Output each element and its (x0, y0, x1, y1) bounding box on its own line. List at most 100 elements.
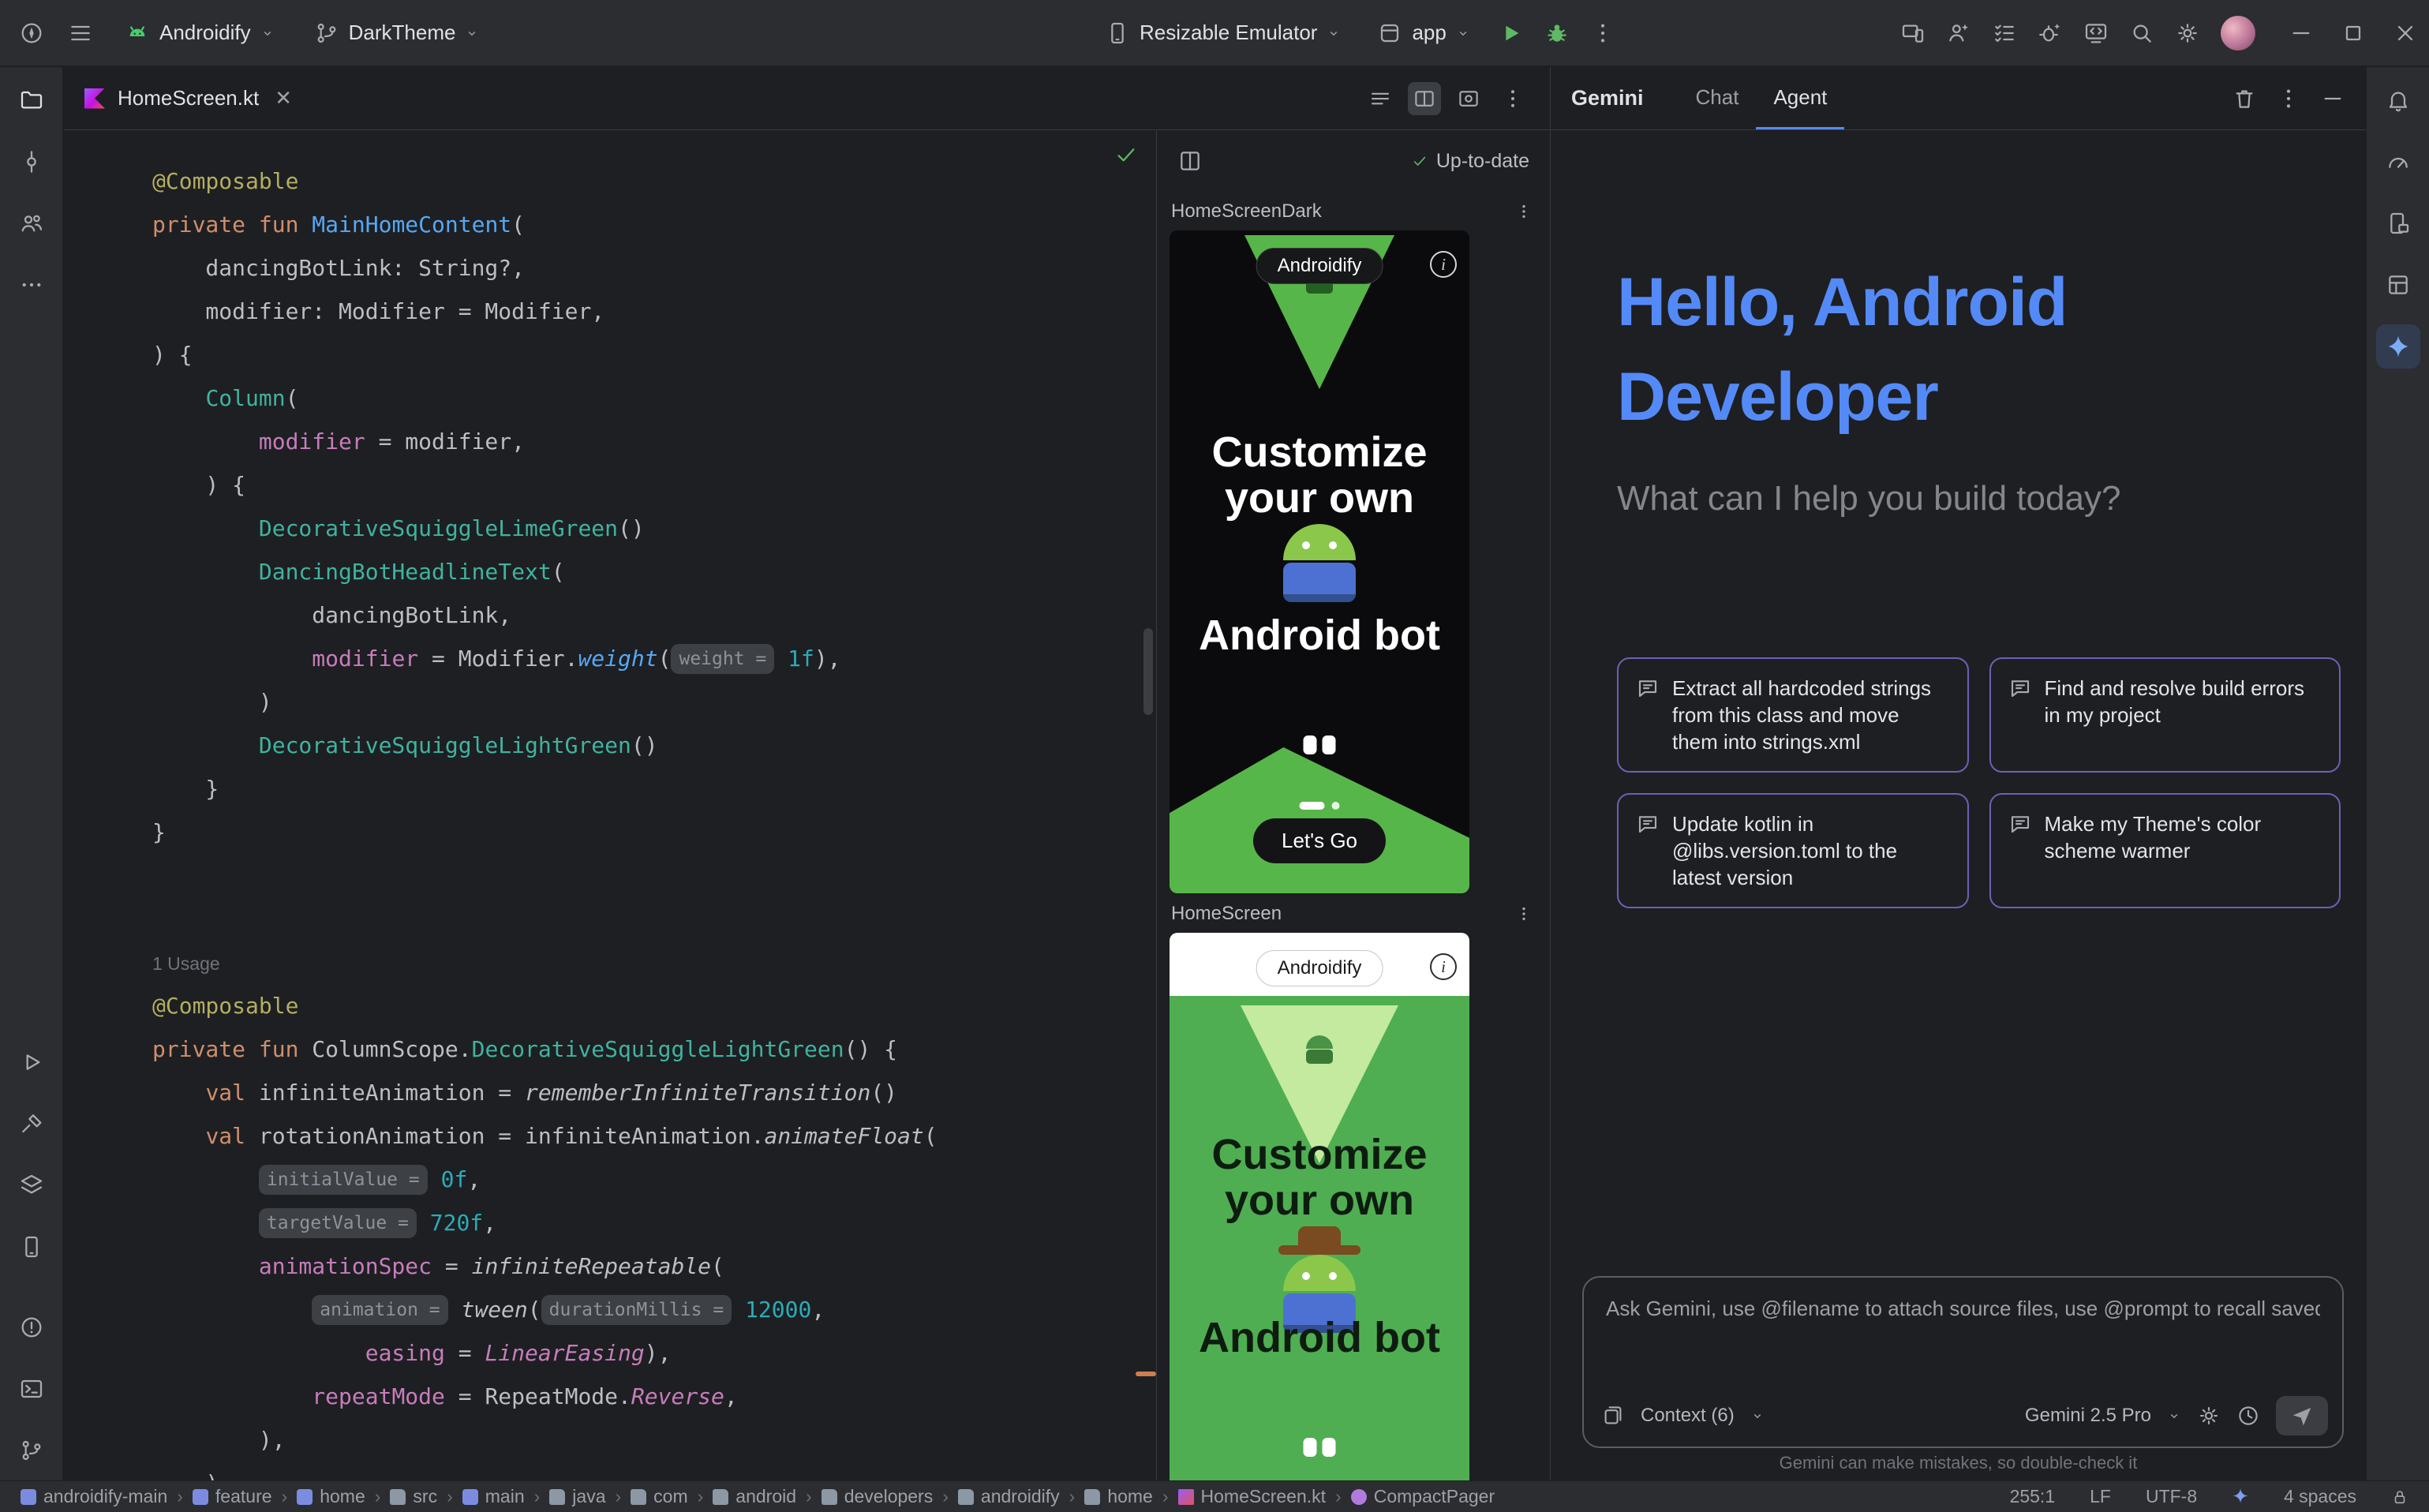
main-menu-icon[interactable] (68, 21, 93, 46)
notifications-bell-icon[interactable] (2376, 78, 2420, 122)
suggestion-card[interactable]: Extract all hardcoded strings from this … (1617, 657, 1969, 773)
delete-conversation-icon[interactable] (2232, 86, 2257, 111)
model-selector[interactable]: Gemini 2.5 Pro (2025, 1405, 2151, 1427)
tab-chat[interactable]: Chat (1679, 67, 1757, 129)
design-view-icon[interactable] (1452, 82, 1485, 115)
code-line[interactable]: ) { (152, 333, 1156, 376)
project-selector[interactable]: Androidify (117, 14, 283, 52)
suggestion-card[interactable]: Find and resolve build errors in my proj… (1989, 657, 2341, 773)
preview-card-homescreen[interactable]: Androidify i Customize your own Android … (1170, 933, 1469, 1480)
code-line[interactable]: targetValue = 720f, (152, 1201, 1156, 1244)
window-minimize-icon[interactable] (2289, 21, 2314, 46)
code-line[interactable]: } (152, 810, 1156, 854)
line-separator[interactable]: LF (2090, 1486, 2111, 1507)
window-restore-icon[interactable] (2341, 21, 2366, 46)
breadcrumb-item[interactable]: home (1084, 1486, 1153, 1507)
layout-inspector-icon[interactable] (2376, 263, 2420, 307)
lets-go-button[interactable]: Let's Go (1253, 818, 1386, 863)
code-line[interactable]: dancingBotLink: String?, (152, 246, 1156, 290)
user-avatar[interactable] (2221, 16, 2255, 51)
code-line[interactable]: @Composable (152, 159, 1156, 203)
debug-button[interactable] (1544, 21, 1570, 46)
info-icon[interactable]: i (1430, 251, 1457, 278)
send-button[interactable] (2276, 1396, 2328, 1435)
code-line[interactable]: @Composable (152, 984, 1156, 1027)
breadcrumb-item[interactable]: androidify-main (21, 1486, 167, 1507)
pull-requests-icon[interactable] (9, 201, 54, 245)
breadcrumb-item[interactable]: developers (822, 1486, 934, 1507)
code-editor[interactable]: @Composableprivate fun MainHomeContent( … (64, 131, 1156, 1480)
code-line[interactable] (152, 854, 1156, 897)
code-line[interactable]: 1 Usage (152, 941, 1156, 984)
code-line[interactable]: val rotationAnimation = infiniteAnimatio… (152, 1114, 1156, 1158)
code-view-icon[interactable] (1364, 82, 1397, 115)
indent-setting[interactable]: 4 spaces (2284, 1486, 2356, 1507)
suggestion-card[interactable]: Update kotlin in @libs.version.toml to t… (1617, 793, 1969, 908)
history-clock-icon[interactable] (2236, 1404, 2260, 1428)
project-folder-icon[interactable] (9, 78, 54, 122)
terminal-icon[interactable] (9, 1367, 54, 1411)
problems-icon[interactable] (9, 1305, 54, 1349)
code-line[interactable]: modifier = modifier, (152, 420, 1156, 463)
run-button[interactable] (1499, 21, 1524, 46)
code-line[interactable]: DecorativeSquiggleLimeGreen() (152, 507, 1156, 550)
code-line[interactable]: animation = tween(durationMillis = 12000… (152, 1288, 1156, 1331)
device-selector[interactable]: Resizable Emulator (1097, 14, 1349, 52)
code-line[interactable]: easing = LinearEasing), (152, 1331, 1156, 1375)
version-control-icon[interactable] (9, 1428, 54, 1473)
tab-homescreen-kt[interactable]: HomeScreen.kt ✕ (64, 67, 313, 129)
code-line[interactable]: DecorativeSquiggleLightGreen() (152, 724, 1156, 767)
breadcrumb-item[interactable]: CompactPager (1351, 1486, 1495, 1507)
code-line[interactable]: repeatMode = RepeatMode.Reverse, (152, 1375, 1156, 1418)
ai-sparkle-icon[interactable]: ✦ (2232, 1484, 2249, 1509)
inspections-ok-icon[interactable] (1113, 142, 1139, 167)
code-line[interactable]: private fun ColumnScope.DecorativeSquigg… (152, 1027, 1156, 1071)
run-configuration-selector[interactable]: app (1369, 14, 1477, 52)
preview-options-kebab-icon[interactable] (1515, 905, 1533, 923)
code-review-icon[interactable] (2083, 21, 2109, 46)
preview-layout-icon[interactable] (1177, 148, 1203, 174)
more-actions-kebab-icon[interactable] (1590, 21, 1615, 46)
split-view-icon[interactable] (1408, 82, 1441, 115)
code-line[interactable] (152, 897, 1156, 941)
code-line[interactable]: animationSpec = infiniteRepeatable( (152, 1244, 1156, 1288)
code-line[interactable]: DancingBotHeadlineText( (152, 550, 1156, 593)
device-explorer-icon[interactable] (2376, 201, 2420, 245)
breadcrumb-item[interactable]: feature (193, 1486, 272, 1507)
gemini-star-icon[interactable] (2376, 324, 2420, 369)
info-icon[interactable]: i (1430, 953, 1457, 980)
profiler-icon[interactable] (2376, 140, 2420, 184)
hide-panel-icon[interactable] (2320, 86, 2345, 111)
code-line[interactable]: initialValue = 0f, (152, 1158, 1156, 1201)
build-variants-icon[interactable] (9, 1163, 54, 1207)
gemini-options-kebab-icon[interactable] (2276, 86, 2301, 111)
gemini-settings-icon[interactable] (2197, 1404, 2221, 1428)
build-tool-icon[interactable] (9, 1102, 54, 1146)
code-line[interactable]: modifier: Modifier = Modifier, (152, 290, 1156, 333)
breadcrumb-item[interactable]: com (631, 1486, 687, 1507)
code-line[interactable]: dancingBotLink, (152, 593, 1156, 637)
gemini-assist-icon[interactable] (1946, 21, 1971, 46)
branch-selector[interactable]: DarkTheme (306, 14, 488, 52)
code-line[interactable]: ), (152, 1418, 1156, 1461)
preview-options-kebab-icon[interactable] (1515, 203, 1533, 220)
search-icon[interactable] (2129, 21, 2154, 46)
code-line[interactable]: } (152, 767, 1156, 810)
tab-close-icon[interactable]: ✕ (275, 86, 292, 110)
breadcrumb-item[interactable]: android (713, 1486, 796, 1507)
code-line[interactable]: ) { (152, 463, 1156, 507)
breadcrumb-item[interactable]: home (297, 1486, 365, 1507)
breadcrumb-item[interactable]: src (390, 1486, 437, 1507)
code-line[interactable]: Column( (152, 376, 1156, 420)
tab-agent[interactable]: Agent (1756, 67, 1844, 129)
editor-scrollbar[interactable] (1143, 628, 1153, 715)
code-line[interactable]: val infiniteAnimation = rememberInfinite… (152, 1071, 1156, 1114)
cursor-position[interactable]: 255:1 (2010, 1486, 2056, 1507)
code-line[interactable]: private fun MainHomeContent( (152, 203, 1156, 246)
run-tool-icon[interactable] (9, 1040, 54, 1084)
breadcrumb-item[interactable]: main (462, 1486, 525, 1507)
window-close-icon[interactable] (2393, 21, 2418, 46)
commit-icon[interactable] (9, 140, 54, 184)
context-selector[interactable]: Context (6) (1641, 1405, 1735, 1427)
write-lock-icon[interactable] (2391, 1488, 2408, 1506)
